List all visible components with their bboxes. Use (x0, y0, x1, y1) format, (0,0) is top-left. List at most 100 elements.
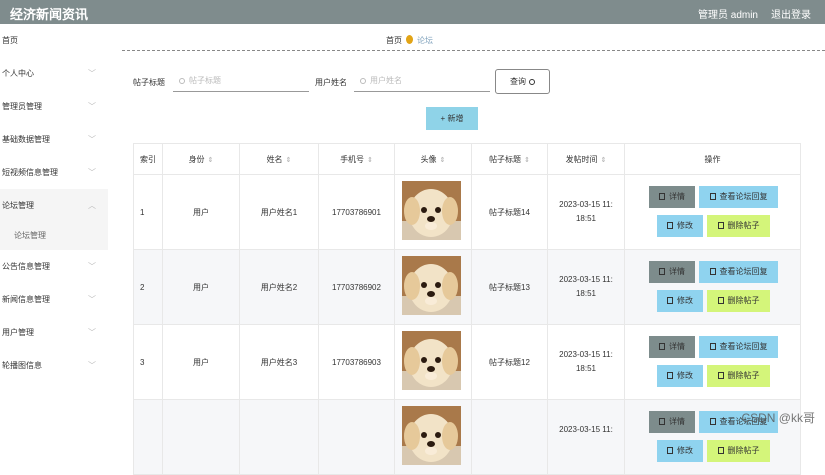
edit-icon (710, 193, 716, 200)
cell-post-time: 2023-03-15 11:18:51 (548, 250, 625, 325)
avatar (402, 331, 461, 390)
sidebar-item-notice[interactable]: 公告信息管理﹀ (0, 250, 108, 283)
document-icon (659, 193, 665, 200)
delete-button[interactable]: 删除帖子 (707, 290, 770, 312)
cell-index: 1 (134, 175, 163, 250)
edit-icon (667, 372, 673, 379)
edit-button[interactable]: 修改 (657, 290, 703, 312)
view-replies-button[interactable]: 查看论坛回复 (699, 186, 778, 208)
sort-icon: ⇕ (286, 157, 292, 164)
time-line-1: 2023-03-15 11: (548, 423, 624, 437)
sidebar-item-basic-data[interactable]: 基础数据管理 ﹀ (0, 123, 108, 156)
search-icon (529, 79, 535, 85)
search-button[interactable]: 查询 (495, 69, 550, 94)
sort-icon: ⇕ (208, 157, 214, 164)
time-line-2: 18:51 (548, 362, 624, 376)
avatar (402, 406, 461, 465)
cell-phone (319, 400, 395, 475)
cell-post-title: 帖子标题14 (472, 175, 548, 250)
chevron-down-icon: ﹀ (88, 123, 96, 156)
header-post-time[interactable]: 发帖时间⇕ (548, 144, 625, 176)
avatar (402, 256, 461, 315)
sidebar-item-short-video[interactable]: 短视频信息管理 ﹀ (0, 156, 108, 189)
sidebar-item-admin[interactable]: 管理员管理 ﹀ (0, 90, 108, 123)
delete-button[interactable]: 删除帖子 (707, 215, 770, 237)
sidebar-item-label: 管理员管理 (2, 102, 42, 111)
breadcrumb: 首页 论坛 (386, 35, 433, 46)
avatar-cell (395, 250, 472, 325)
cell-role: 用户 (163, 250, 240, 325)
sort-icon: ⇕ (601, 157, 607, 164)
detail-button[interactable]: 详情 (649, 336, 695, 358)
app-title: 经济新闻资讯 (10, 4, 88, 23)
search-icon (360, 78, 366, 84)
sidebar-item-profile[interactable]: 个人中心﹀ (0, 57, 108, 90)
cell-post-title: 帖子标题13 (472, 250, 548, 325)
search-icon (179, 78, 185, 84)
cell-phone: 17703786902 (319, 250, 395, 325)
avatar-cell (395, 175, 472, 250)
detail-button[interactable]: 详情 (649, 186, 695, 208)
trash-icon (718, 372, 724, 379)
edit-icon (710, 343, 716, 350)
breadcrumb-current: 论坛 (417, 36, 433, 45)
edit-icon (710, 268, 716, 275)
sidebar-item-label: 短视频信息管理 (2, 168, 58, 177)
sidebar-item-carousel[interactable]: 轮播图信息﹀ (0, 349, 108, 382)
trash-icon (718, 297, 724, 304)
time-line-2: 18:51 (548, 287, 624, 301)
edit-icon (667, 297, 673, 304)
document-icon (659, 418, 665, 425)
view-replies-button[interactable]: 查看论坛回复 (699, 336, 778, 358)
sidebar-subitem-forum[interactable]: 论坛管理 (0, 222, 108, 250)
add-button[interactable]: + 新增 (426, 107, 478, 130)
cell-role: 用户 (163, 175, 240, 250)
delete-button[interactable]: 删除帖子 (707, 365, 770, 387)
cell-name: 用户姓名1 (240, 175, 319, 250)
header-phone[interactable]: 手机号⇕ (319, 144, 395, 176)
chevron-down-icon: ﹀ (88, 316, 96, 349)
watermark: CSDN @kk哥 (741, 409, 815, 426)
delete-button[interactable]: 删除帖子 (707, 440, 770, 462)
avatar-cell (395, 400, 472, 475)
sidebar-item-label: 公告信息管理 (2, 262, 50, 271)
time-line-2: 18:51 (548, 212, 624, 226)
chevron-down-icon: ﹀ (88, 90, 96, 123)
view-replies-button[interactable]: 查看论坛回复 (699, 261, 778, 283)
trash-icon (718, 447, 724, 454)
sidebar-item-home[interactable]: 首页 (0, 24, 108, 57)
chevron-down-icon: ﹀ (88, 156, 96, 189)
cell-actions: 详情查看论坛回复修改删除帖子 (625, 175, 800, 250)
cell-post-time: 2023-03-15 11:18:51 (548, 175, 625, 250)
edit-button[interactable]: 修改 (657, 440, 703, 462)
breadcrumb-home[interactable]: 首页 (386, 36, 402, 45)
header-post-title[interactable]: 帖子标题⇕ (472, 144, 548, 176)
user-name-input[interactable]: 用户姓名 (354, 70, 490, 92)
cell-phone: 17703786903 (319, 325, 395, 400)
sidebar-item-users[interactable]: 用户管理 ﹀ (0, 316, 108, 349)
table-header: 索引 身份⇕ 姓名⇕ 手机号⇕ 头像⇕ 帖子标题⇕ 发帖时间⇕ 操作 (133, 143, 801, 175)
sidebar-item-news[interactable]: 新闻信息管理﹀ (0, 283, 108, 316)
post-title-input[interactable]: 帖子标题 (173, 70, 309, 92)
edit-button[interactable]: 修改 (657, 215, 703, 237)
header-role[interactable]: 身份⇕ (163, 144, 240, 176)
top-bar: 经济新闻资讯 管理员 admin 退出登录 (0, 0, 825, 24)
cell-index: 2 (134, 250, 163, 325)
logout-button[interactable]: 退出登录 (771, 6, 811, 21)
header-name[interactable]: 姓名⇕ (240, 144, 319, 176)
time-line-1: 2023-03-15 11: (548, 198, 624, 212)
detail-button[interactable]: 详情 (649, 261, 695, 283)
cell-actions: 详情查看论坛回复修改删除帖子 (625, 325, 800, 400)
table-row: 2023-03-15 11:详情查看论坛回复修改删除帖子 (133, 400, 801, 475)
chevron-up-icon: ︿ (88, 189, 96, 222)
sidebar-item-label: 基础数据管理 (2, 135, 50, 144)
header-avatar[interactable]: 头像⇕ (395, 144, 472, 176)
sidebar-item-forum[interactable]: 论坛管理︿ (0, 189, 108, 222)
cell-role (163, 400, 240, 475)
edit-button[interactable]: 修改 (657, 365, 703, 387)
avatar-cell (395, 325, 472, 400)
sidebar-item-label: 用户管理 (2, 328, 34, 337)
detail-button[interactable]: 详情 (649, 411, 695, 433)
chevron-down-icon: ﹀ (88, 349, 96, 382)
table-row: 1用户用户姓名117703786901帖子标题142023-03-15 11:1… (133, 175, 801, 250)
